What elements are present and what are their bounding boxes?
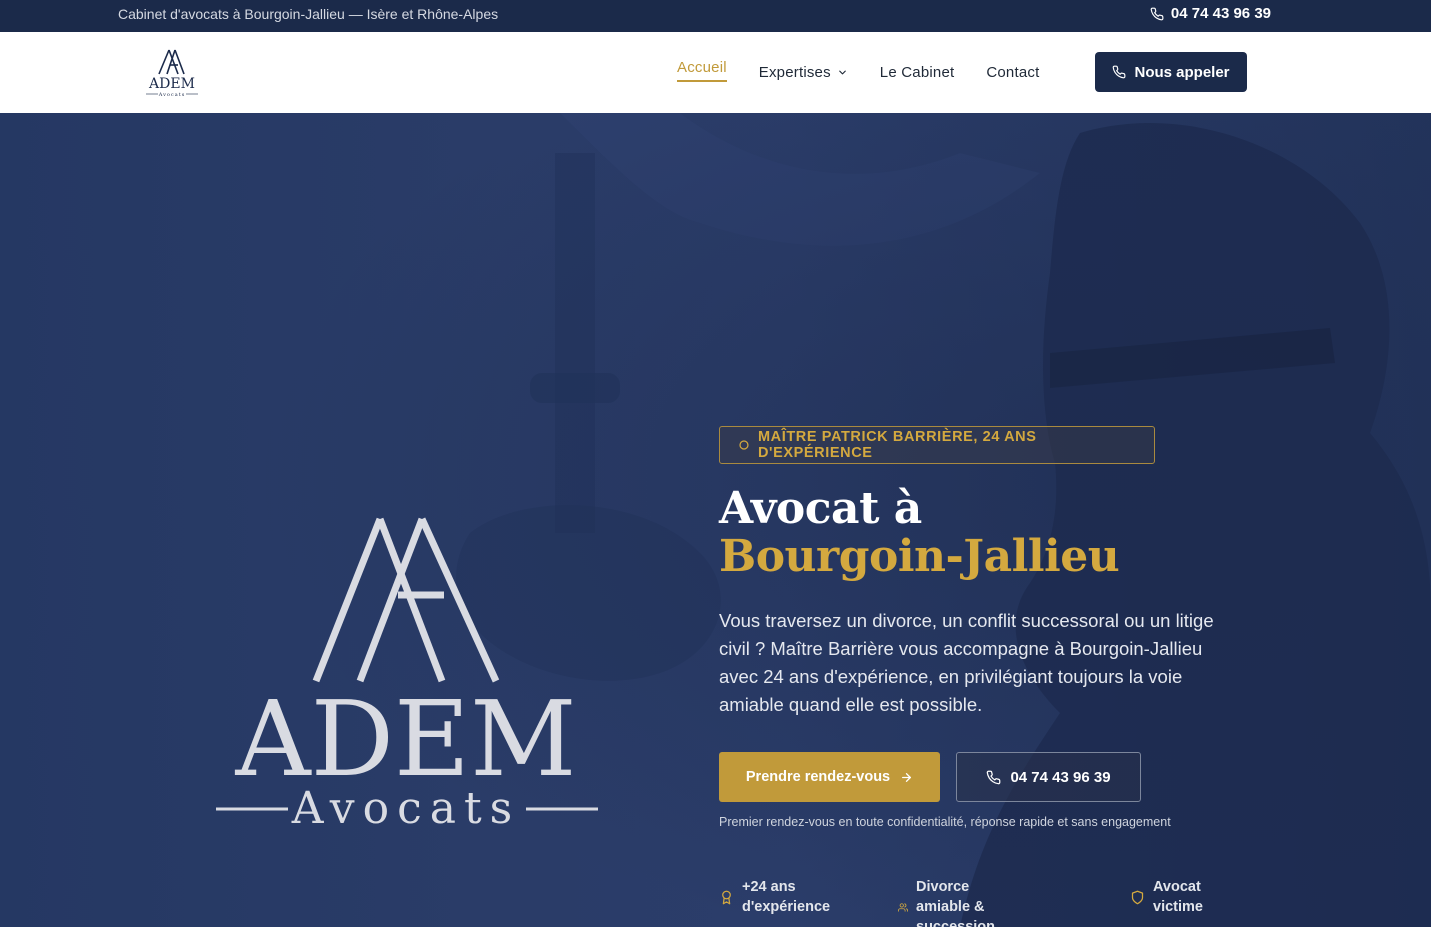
users-icon	[898, 902, 909, 912]
svg-text:Avocats: Avocats	[291, 783, 520, 834]
hero-title-line1: Avocat à	[719, 483, 922, 534]
experience-badge-text: MAÎTRE PATRICK BARRIÈRE, 24 ANS D'EXPÉRI…	[757, 429, 1037, 461]
nav-item-accueil[interactable]: Accueil	[677, 59, 727, 82]
top-bar-tagline: Cabinet d'avocats à Bourgoin-Jallieu — I…	[118, 6, 499, 22]
site-logo[interactable]: ADEM Avocats	[140, 46, 204, 98]
main-nav: Accueil Expertises Le Cabinet Contact	[677, 32, 1071, 113]
feature-line1: Divorce amiable &	[916, 879, 985, 915]
hero-phone-button[interactable]: 04 74 43 96 39	[956, 752, 1141, 802]
nav-item-label: Expertises	[758, 64, 831, 81]
nav-item-label: Contact	[986, 64, 1040, 81]
feature-line1: Avocat	[1153, 879, 1201, 895]
call-button[interactable]: Nous appeler	[1095, 52, 1247, 92]
book-appointment-label: Prendre rendez-vous	[745, 769, 891, 785]
experience-badge: MAÎTRE PATRICK BARRIÈRE, 24 ANS D'EXPÉRI…	[719, 426, 1155, 464]
nav-item-le-cabinet[interactable]: Le Cabinet	[880, 64, 955, 81]
shield-icon	[1131, 890, 1144, 904]
nav-item-label: Accueil	[677, 59, 727, 76]
award-icon	[722, 890, 731, 904]
feature-line2: d'expérience	[742, 899, 831, 915]
feature-divorce-succession: Divorce amiable & succession	[898, 877, 1000, 927]
feature-experience: +24 ans d'expérience	[719, 877, 830, 917]
hero-title: Avocat à Bourgoin-Jallieu	[719, 483, 1120, 582]
feature-line1: +24 ans	[742, 879, 796, 895]
arrow-right-icon	[902, 772, 912, 782]
top-bar: Cabinet d'avocats à Bourgoin-Jallieu — I…	[0, 0, 1431, 32]
hero-phone-label: 04 74 43 96 39	[1010, 768, 1111, 786]
hero-note: Premier rendez-vous en toute confidentia…	[719, 815, 1171, 829]
hero-section: ADEM Avocats MAÎTRE PATRICK BARRIÈRE, 24…	[0, 113, 1431, 927]
adem-avocats-large-logo: ADEM Avocats	[216, 517, 598, 834]
feature-victim-lawyer: Avocat victime	[1130, 877, 1203, 917]
svg-text:ADEM: ADEM	[148, 76, 195, 92]
phone-icon	[1150, 7, 1164, 20]
svg-text:ADEM: ADEM	[235, 678, 577, 800]
site-header: ADEM Avocats Accueil Expertises Le Cabin…	[0, 32, 1431, 113]
award-icon	[739, 440, 749, 450]
svg-text:Avocats: Avocats	[158, 92, 186, 98]
phone-icon	[1113, 65, 1126, 79]
nav-item-contact[interactable]: Contact	[986, 64, 1039, 81]
feature-line2: victime	[1153, 899, 1203, 915]
nav-item-expertises[interactable]: Expertises	[759, 64, 848, 81]
top-bar-phone-number: 04 74 43 96 39	[1170, 5, 1271, 22]
phone-icon	[987, 770, 1001, 784]
book-appointment-button[interactable]: Prendre rendez-vous	[719, 752, 940, 802]
nav-item-label: Le Cabinet	[879, 64, 955, 81]
feature-line2: succession	[916, 919, 996, 927]
top-bar-phone-link[interactable]: 04 74 43 96 39	[1150, 5, 1271, 22]
hero-lead-text: Vous traversez un divorce, un conflit su…	[719, 610, 1214, 715]
call-button-label: Nous appeler	[1134, 63, 1230, 81]
chevron-down-icon	[838, 70, 846, 75]
hero-title-line2: Bourgoin-Jallieu	[719, 531, 1120, 582]
